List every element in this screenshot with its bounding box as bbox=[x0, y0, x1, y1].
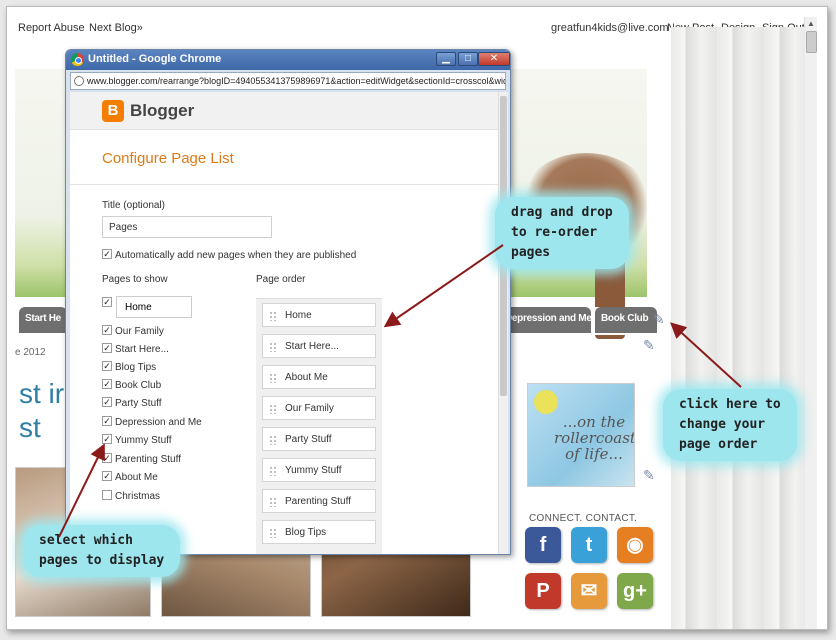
order-item-about-me[interactable]: About Me bbox=[262, 365, 376, 389]
google-plus-icon[interactable]: g+ bbox=[617, 573, 653, 609]
sun-drawing bbox=[534, 390, 558, 414]
drag-handle-icon[interactable] bbox=[269, 497, 277, 507]
tab-start-here[interactable]: Start He bbox=[19, 307, 67, 333]
window-titlebar[interactable]: Untitled - Google Chrome ▁ □ ✕ bbox=[66, 50, 510, 70]
page-label-our-family: Our Family bbox=[115, 326, 164, 337]
sidebar-image-caption: ...on the rollercoaster of life... bbox=[554, 413, 635, 463]
drag-handle-icon[interactable] bbox=[269, 466, 277, 476]
order-item-party-stuff[interactable]: Party Stuff bbox=[262, 427, 376, 451]
page-checkbox-blog-tips[interactable]: ✓ bbox=[102, 361, 112, 371]
popup-scrollbar[interactable] bbox=[498, 92, 508, 554]
page-label-about-me: About Me bbox=[115, 472, 158, 483]
facebook-icon[interactable]: f bbox=[525, 527, 561, 563]
page-label-party-stuff: Party Stuff bbox=[115, 398, 162, 409]
auto-add-checkbox[interactable]: ✓ bbox=[102, 249, 112, 259]
configure-heading: Configure Page List bbox=[102, 150, 234, 167]
account-email[interactable]: greatfun4kids@live.com bbox=[551, 22, 669, 34]
auto-add-label: Automatically add new pages when they ar… bbox=[115, 250, 357, 261]
title-input[interactable]: Pages bbox=[102, 216, 272, 238]
drag-handle-icon[interactable] bbox=[269, 435, 277, 445]
page-icon bbox=[74, 76, 84, 86]
drag-handle-icon[interactable] bbox=[269, 404, 277, 414]
page-label-yummy-stuff: Yummy Stuff bbox=[115, 435, 172, 446]
minimize-button[interactable]: ▁ bbox=[436, 52, 456, 66]
page-order-list: Home Start Here... About Me Our Family P… bbox=[256, 298, 382, 554]
blogger-logo-icon: B bbox=[102, 100, 124, 122]
drag-handle-icon[interactable] bbox=[269, 311, 277, 321]
page-checkbox-christmas[interactable] bbox=[102, 490, 112, 500]
divider bbox=[70, 184, 498, 185]
page-checkbox-party-stuff[interactable]: ✓ bbox=[102, 397, 112, 407]
next-blog-link[interactable]: Next Blog» bbox=[89, 22, 143, 34]
screenshot-frame: Report Abuse Next Blog» greatfun4kids@li… bbox=[6, 6, 828, 630]
pages-to-show-label: Pages to show bbox=[102, 274, 168, 285]
url-text: www.blogger.com/rearrange?blogID=4940553… bbox=[87, 76, 506, 86]
window-title: Untitled - Google Chrome bbox=[88, 53, 222, 65]
page-checkbox-about-me[interactable]: ✓ bbox=[102, 471, 112, 481]
page-label-book-club: Book Club bbox=[115, 380, 162, 391]
page-checkbox-our-family[interactable]: ✓ bbox=[102, 325, 112, 335]
order-item-parenting-stuff[interactable]: Parenting Stuff bbox=[262, 489, 376, 513]
title-label: Title (optional) bbox=[102, 200, 165, 211]
address-bar[interactable]: www.blogger.com/rearrange?blogID=4940553… bbox=[70, 72, 506, 90]
post-title-line-1: st ir bbox=[19, 378, 65, 409]
order-item-our-family[interactable]: Our Family bbox=[262, 396, 376, 420]
rollercoaster-sidebar-image[interactable]: ...on the rollercoaster of life... bbox=[527, 383, 635, 487]
page-label-start-here: Start Here... bbox=[115, 344, 169, 355]
callout-drag-drop: drag and drop to re-order pages bbox=[495, 197, 629, 269]
page-checkbox-depression-and-me[interactable]: ✓ bbox=[102, 416, 112, 426]
drag-handle-icon[interactable] bbox=[269, 373, 277, 383]
configure-page-list-content: B Blogger Configure Page List Title (opt… bbox=[70, 92, 498, 554]
order-item-home[interactable]: Home bbox=[262, 303, 376, 327]
close-button[interactable]: ✕ bbox=[478, 52, 510, 66]
home-page-field[interactable]: Home bbox=[116, 296, 192, 318]
page-checkbox-parenting-stuff[interactable]: ✓ bbox=[102, 453, 112, 463]
maximize-button[interactable]: □ bbox=[458, 52, 478, 66]
callout-click-here: click here to change your page order bbox=[663, 389, 797, 461]
drag-handle-icon[interactable] bbox=[269, 528, 277, 538]
drag-handle-icon[interactable] bbox=[269, 342, 277, 352]
blogger-header: B Blogger bbox=[70, 92, 498, 130]
chrome-icon bbox=[71, 53, 84, 66]
page-label-christmas: Christmas bbox=[115, 491, 161, 502]
email-icon[interactable]: ✉ bbox=[571, 573, 607, 609]
page-checkbox-book-club[interactable]: ✓ bbox=[102, 379, 112, 389]
page-checkbox-yummy-stuff[interactable]: ✓ bbox=[102, 434, 112, 444]
order-item-blog-tips[interactable]: Blog Tips bbox=[262, 520, 376, 544]
blogger-wordmark: Blogger bbox=[130, 101, 195, 120]
post-title[interactable]: st ir st bbox=[19, 377, 64, 445]
edit-wrench-icon[interactable]: ✎ bbox=[643, 337, 655, 354]
post-date: e 2012 bbox=[15, 347, 46, 358]
chrome-popup-window: Untitled - Google Chrome ▁ □ ✕ www.blogg… bbox=[65, 49, 511, 555]
report-abuse-link[interactable]: Report Abuse bbox=[18, 22, 85, 34]
page-order-label: Page order bbox=[256, 274, 306, 285]
pinterest-icon[interactable]: P bbox=[525, 573, 561, 609]
scroll-up-icon[interactable]: ▲ bbox=[807, 19, 815, 28]
edit-image-wrench-icon[interactable]: ✎ bbox=[643, 467, 655, 484]
callout-select-which: select which pages to display bbox=[23, 525, 181, 577]
twitter-icon[interactable]: t bbox=[571, 527, 607, 563]
order-item-yummy-stuff[interactable]: Yummy Stuff bbox=[262, 458, 376, 482]
rss-icon[interactable]: ◉ bbox=[617, 527, 653, 563]
page-checkbox-start-here[interactable]: ✓ bbox=[102, 343, 112, 353]
page-scrollbar[interactable]: ▲ bbox=[804, 17, 817, 629]
tab-depression-and-me[interactable]: Depression and Me bbox=[499, 307, 591, 333]
page-label-depression-and-me: Depression and Me bbox=[115, 417, 202, 428]
page-label-blog-tips: Blog Tips bbox=[115, 362, 157, 373]
post-title-line-2: st bbox=[19, 412, 41, 443]
tab-book-club[interactable]: Book Club bbox=[595, 307, 657, 333]
scrollbar-thumb[interactable] bbox=[806, 31, 817, 53]
connect-heading: CONNECT. CONTACT. bbox=[529, 513, 638, 524]
edit-pages-wrench-icon[interactable]: ✎ bbox=[653, 311, 665, 328]
home-checkbox[interactable]: ✓ bbox=[102, 297, 112, 307]
page-label-parenting-stuff: Parenting Stuff bbox=[115, 454, 181, 465]
wood-background bbox=[671, 27, 805, 629]
order-item-start-here[interactable]: Start Here... bbox=[262, 334, 376, 358]
